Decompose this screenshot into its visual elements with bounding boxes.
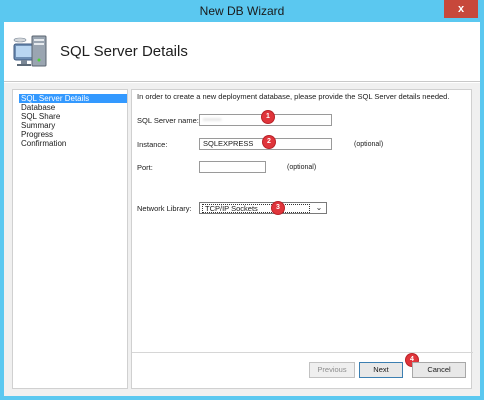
wizard-body: SQL Server Details Database SQL Share Su…: [4, 83, 480, 396]
next-button[interactable]: Next: [359, 362, 403, 378]
page-title: SQL Server Details: [60, 43, 188, 60]
sidebar-item-sql-server-details[interactable]: SQL Server Details: [19, 94, 127, 103]
cancel-button[interactable]: Cancel: [412, 362, 466, 378]
callout-marker-3: 3: [272, 202, 284, 214]
sidebar-item-confirmation[interactable]: Confirmation: [19, 139, 68, 148]
steps-sidebar: SQL Server Details Database SQL Share Su…: [12, 89, 128, 389]
window-title: New DB Wizard: [199, 4, 285, 18]
chevron-down-icon[interactable]: ⌄: [313, 203, 325, 213]
sidebar-item-database[interactable]: Database: [19, 103, 57, 112]
callout-marker-2: 2: [263, 136, 275, 148]
sidebar-item-progress[interactable]: Progress: [19, 130, 55, 139]
details-panel: In order to create a new deployment data…: [131, 89, 473, 389]
wizard-client-area: SQL Server Details SQL Server Details Da…: [4, 22, 480, 396]
network-library-label: Network Library:: [137, 204, 192, 213]
close-button[interactable]: x: [444, 0, 478, 18]
title-bar[interactable]: New DB Wizard x: [0, 0, 484, 22]
server-name-value: •••••••: [203, 115, 222, 124]
sidebar-item-summary[interactable]: Summary: [19, 121, 57, 130]
port-label: Port:: [137, 163, 153, 172]
server-name-label: SQL Server name:: [137, 116, 199, 125]
network-library-value: TCP/IP Sockets: [202, 204, 310, 213]
sidebar-item-sql-share[interactable]: SQL Share: [19, 112, 62, 121]
network-library-select[interactable]: TCP/IP Sockets ⌄: [199, 202, 327, 214]
port-optional-note: (optional): [287, 164, 317, 171]
callout-marker-1: 1: [262, 111, 274, 123]
computer-database-icon: [13, 35, 47, 67]
wizard-header: SQL Server Details: [4, 22, 480, 82]
instance-label: Instance:: [137, 140, 168, 149]
instance-optional-note: (optional): [354, 141, 384, 148]
intro-text: In order to create a new deployment data…: [137, 92, 450, 101]
wizard-window: New DB Wizard x SQL Server Details SQL S…: [0, 0, 484, 400]
previous-button[interactable]: Previous: [309, 362, 355, 378]
button-separator: [132, 352, 473, 353]
port-input[interactable]: [199, 161, 266, 173]
